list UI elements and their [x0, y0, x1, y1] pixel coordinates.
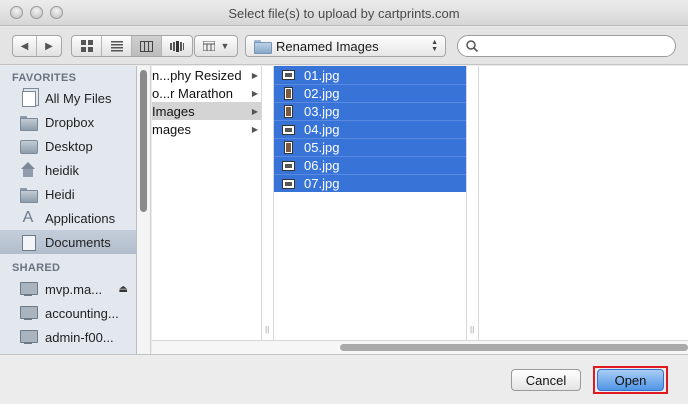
file-row[interactable]: 07.jpg [274, 174, 467, 192]
list-item[interactable]: mages ▶ [152, 120, 261, 138]
sidebar-item-label: accounting... [45, 305, 119, 321]
file-row[interactable]: 01.jpg [274, 66, 467, 84]
location-label: Renamed Images [276, 38, 379, 54]
image-thumbnail-icon [282, 178, 295, 189]
sidebar-item-label: Dropbox [45, 114, 95, 130]
disclosure-arrow-icon: ▶ [251, 88, 258, 98]
list-view-icon [110, 40, 123, 51]
icon-view-icon [80, 40, 93, 52]
sidebar-item-applications[interactable]: A Applications [0, 206, 136, 230]
disclosure-arrow-icon: ▶ [251, 106, 258, 116]
resize-grip-icon: || [265, 325, 270, 334]
file-row[interactable]: 05.jpg [274, 138, 467, 156]
sidebar-item-desktop[interactable]: Desktop [0, 134, 136, 158]
open-button[interactable]: Open [597, 369, 664, 391]
sidebar-item-heidi[interactable]: Heidi [0, 182, 136, 206]
monitor-icon [20, 305, 38, 321]
image-thumbnail-icon [284, 141, 293, 154]
sidebar-item-label: mvp.ma... [45, 281, 103, 297]
list-view-button[interactable] [102, 36, 132, 56]
cancel-button[interactable]: Cancel [511, 369, 581, 391]
popup-arrows-icon: ▲ ▼ [431, 39, 438, 53]
sidebar-item-dropbox[interactable]: Dropbox [0, 110, 136, 134]
eject-icon[interactable]: ⏏ [119, 284, 128, 295]
folder-icon [20, 114, 38, 131]
title-bar: Select file(s) to upload by cartprints.c… [0, 0, 688, 26]
monitor-icon [20, 281, 38, 297]
sidebar-item-shared-mvp[interactable]: mvp.ma... ⏏ [0, 277, 136, 301]
view-mode-control [71, 35, 193, 57]
sidebar-item-label: admin-f00... [45, 329, 114, 345]
documents-icon [20, 234, 36, 251]
file-row[interactable]: 06.jpg [274, 156, 467, 174]
image-thumbnail-icon [284, 105, 293, 118]
desktop-icon [20, 138, 38, 154]
browser-column-3 [479, 66, 688, 340]
back-button[interactable]: ◀ [13, 36, 37, 56]
all-files-icon [20, 90, 36, 107]
favorites-header: FAVORITES [12, 72, 77, 84]
forward-button[interactable]: ▶ [37, 36, 61, 56]
sidebar-item-shared-accounting[interactable]: accounting... [0, 301, 136, 325]
shared-header: SHARED [12, 262, 61, 274]
image-thumbnail-icon [282, 124, 295, 135]
search-input[interactable] [482, 39, 662, 53]
list-item[interactable]: o...r Marathon ▶ [152, 84, 261, 102]
sidebar-item-all-my-files[interactable]: All My Files [0, 86, 136, 110]
file-row[interactable]: 03.jpg [274, 102, 467, 120]
horizontal-scrollbar[interactable] [340, 344, 688, 351]
sidebar-item-heidik[interactable]: heidik [0, 158, 136, 182]
sidebar-item-label: All My Files [45, 90, 112, 106]
list-item[interactable]: n...phy Resized ▶ [152, 66, 261, 84]
home-icon [20, 162, 36, 178]
chevron-down-icon: ▼ [220, 41, 230, 51]
column-resize-handle[interactable]: || [261, 66, 274, 340]
browser-column-1: n...phy Resized ▶ o...r Marathon ▶ Images ▶… [152, 66, 261, 340]
icon-view-button[interactable] [72, 36, 102, 56]
search-field[interactable] [457, 35, 676, 57]
image-thumbnail-icon [282, 70, 295, 80]
resize-grip-icon: || [470, 325, 475, 334]
sidebar-item-label: Desktop [45, 138, 93, 154]
cover-flow-icon [170, 40, 184, 52]
window-title: Select file(s) to upload by cartprints.c… [228, 6, 460, 21]
file-row[interactable]: 02.jpg [274, 84, 467, 102]
column-view-button[interactable] [132, 36, 162, 56]
sidebar-item-documents[interactable]: Documents [0, 230, 136, 254]
sidebar-scrollbar[interactable] [140, 70, 147, 212]
monitor-icon [20, 329, 38, 345]
dialog-footer: Cancel Open [0, 354, 688, 404]
open-button-highlight: Open [593, 366, 668, 394]
folder-icon [20, 186, 38, 203]
disclosure-arrow-icon: ▶ [251, 70, 258, 80]
arrange-button[interactable]: ▼ [194, 35, 238, 57]
list-item[interactable]: Images ▶ [152, 102, 261, 120]
column-view-icon [140, 40, 153, 52]
sidebar-item-label: Applications [45, 210, 116, 226]
column-resize-handle[interactable]: || [466, 66, 479, 340]
forward-arrow-icon: ▶ [45, 40, 53, 52]
file-row[interactable]: 04.jpg [274, 120, 467, 138]
horizontal-scroll-track [152, 340, 688, 354]
disclosure-arrow-icon: ▶ [251, 124, 258, 134]
sidebar-item-label: heidik [45, 162, 79, 178]
location-popup[interactable]: Renamed Images ▲ ▼ [245, 35, 446, 57]
back-arrow-icon: ◀ [20, 40, 29, 52]
image-thumbnail-icon [284, 87, 293, 100]
sidebar-item-shared-admin[interactable]: admin-f00... [0, 325, 136, 349]
back-forward-control: ◀ ▶ [12, 35, 62, 57]
cover-flow-button[interactable] [162, 36, 192, 56]
folder-icon [254, 40, 272, 54]
sidebar-item-label: Documents [45, 234, 111, 250]
image-thumbnail-icon [282, 160, 295, 171]
search-icon [466, 40, 478, 52]
sidebar: FAVORITES All My Files Dropbox Desktop h… [0, 66, 137, 354]
sidebar-item-label: Heidi [45, 186, 75, 202]
toolbar: ◀ ▶ ▼ Renamed Images ▲ ▼ [0, 27, 688, 65]
browser-column-2: 01.jpg 02.jpg 03.jpg 04.jpg 05.jpg 06.jp… [274, 66, 467, 340]
applications-icon: A [22, 209, 34, 226]
arrange-icon [202, 41, 215, 51]
